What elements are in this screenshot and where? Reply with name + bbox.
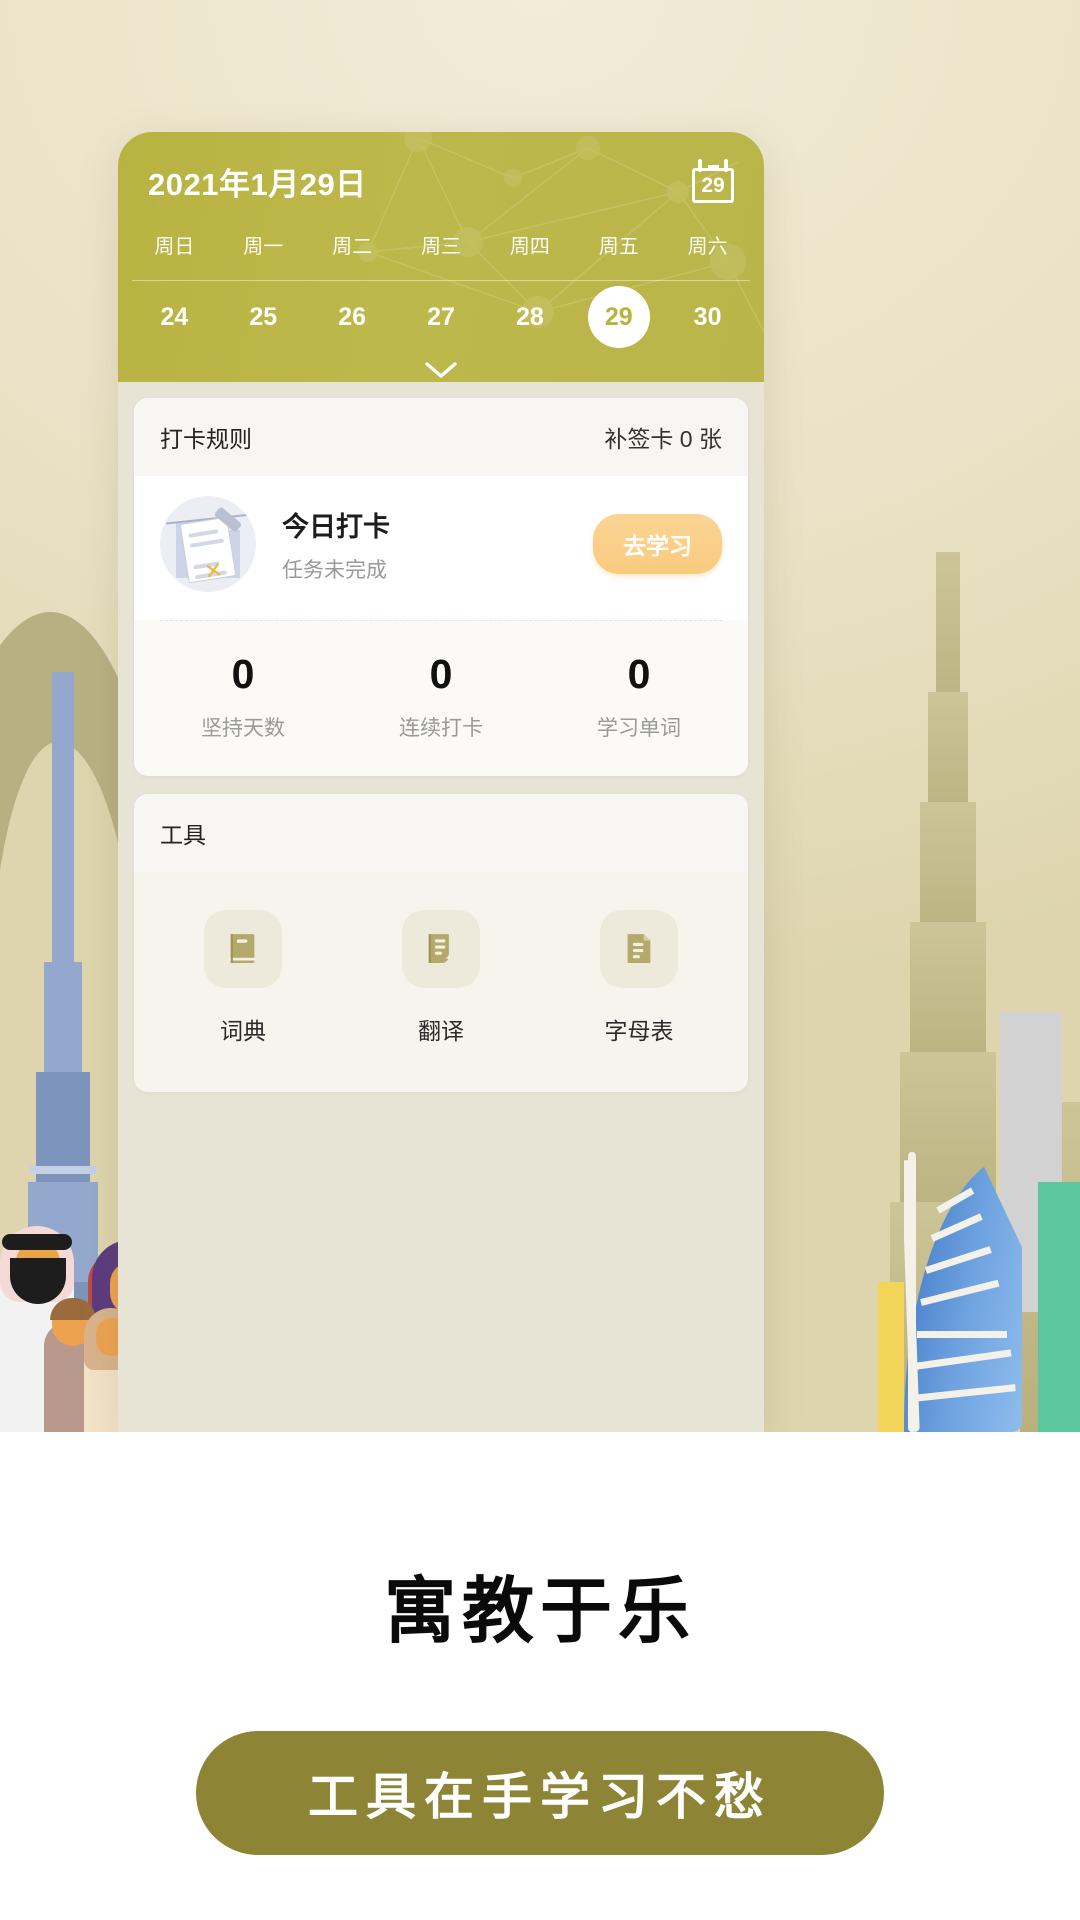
tools-title: 工具 [160,822,206,848]
tool-label: 翻译 [418,1018,464,1044]
checkin-stats-row: 0 坚持天数 0 连续打卡 0 学习单词 [134,621,748,776]
checkin-task-subtitle: 任务未完成 [282,558,387,582]
stat-streak: 0 连续打卡 [342,651,540,742]
makeup-cards-count[interactable]: 补签卡 0 张 [604,420,722,454]
stat-label: 坚持天数 [201,717,285,740]
figure-man-agal [2,1234,72,1250]
tool-translate[interactable]: 翻译 [342,910,540,1046]
caption-section: 寓教于乐 工具在手学习不愁 [0,1432,1080,1920]
yellow-accent-strip-right [878,1282,904,1432]
weekday-label: 周三 [421,235,461,258]
checkin-rules-link[interactable]: 打卡规则 [160,420,252,454]
weekday-row: 周日 周一 周二 周三 周四 周五 周六 [118,208,764,280]
calendar-icon[interactable]: 29 [692,159,734,203]
weekday-label: 周日 [154,235,195,258]
sail-edge [908,1152,916,1432]
weekday-label: 周二 [332,235,373,258]
stat-value: 0 [429,651,453,697]
tower-band-1 [30,1166,96,1174]
stat-value: 0 [627,651,651,697]
date-cell-28[interactable]: 28 [485,303,574,332]
icon-cross-mark: ✕ [202,557,225,585]
right-city-illustration [820,432,1080,1432]
header-top-row: 2021年1月29日 29 [118,132,764,208]
date-cell-26[interactable]: 26 [308,303,397,332]
stat-words-learned: 0 学习单词 [540,651,738,742]
book-icon [204,910,282,988]
calendar-icon-day: 29 [701,174,725,197]
expand-calendar-button[interactable] [118,353,764,387]
tools-grid: 词典 翻译 字母表 [134,872,748,1092]
selected-day-label: 29 [587,286,650,348]
sail-rib [917,1331,1007,1338]
burj-al-arab-icon [904,1152,1022,1432]
calendar-header: 2021年1月29日 29 周日 周一 周二 周三 周四 周五 周六 24 25… [118,132,764,382]
caption-headline: 寓教于乐 [383,1572,696,1652]
date-cell-24[interactable]: 24 [130,303,219,332]
tool-label: 词典 [220,1018,266,1044]
tools-card: 工具 词典 翻译 字母表 [134,794,748,1092]
tool-label: 字母表 [604,1018,674,1044]
tool-alphabet[interactable]: 字母表 [540,910,738,1046]
teal-building [1038,1182,1080,1432]
weekday-label: 周一 [243,235,284,258]
checkin-task-text: 今日打卡 任务未完成 [282,505,593,584]
document-text-icon [600,910,678,988]
checkin-card-header: 打卡规则 补签卡 0 张 [134,398,748,476]
phone-content: 打卡规则 补签卡 0 张 ✕ 今日打卡 任务未完成 去学习 0 坚持天数 0 连… [118,382,764,1432]
icon-note-line [188,529,219,538]
date-cell-29-selected[interactable]: 29 [574,286,663,348]
date-row: 24 25 26 27 28 29 30 [118,281,764,353]
tower-spire [52,672,74,1002]
page-title: 2021年1月29日 [148,166,367,202]
stat-value: 0 [231,651,255,697]
date-cell-25[interactable]: 25 [219,303,308,332]
checkin-task-title: 今日打卡 [282,511,390,542]
tool-dictionary[interactable]: 词典 [144,910,342,1046]
weekday-label: 周五 [598,235,639,258]
stat-label: 学习单词 [597,717,681,740]
weekday-label: 周四 [509,235,550,258]
weekday-label: 周六 [687,235,728,258]
checkin-task-icon: ✕ [160,496,256,592]
chevron-down-icon [425,362,457,378]
today-checkin-row: ✕ 今日打卡 任务未完成 去学习 [134,476,748,620]
stat-label: 连续打卡 [399,717,483,740]
go-study-button[interactable]: 去学习 [593,514,722,574]
icon-note-line [189,538,225,548]
tools-card-header: 工具 [134,794,748,872]
caption-cta-button[interactable]: 工具在手学习不愁 [196,1731,884,1855]
translate-document-icon [402,910,480,988]
date-cell-30[interactable]: 30 [663,303,752,332]
stat-persist-days: 0 坚持天数 [144,651,342,742]
checkin-card: 打卡规则 补签卡 0 张 ✕ 今日打卡 任务未完成 去学习 0 坚持天数 0 连… [134,398,748,776]
date-cell-27[interactable]: 27 [397,303,486,332]
phone-mockup: 2021年1月29日 29 周日 周一 周二 周三 周四 周五 周六 24 25… [118,132,764,1432]
